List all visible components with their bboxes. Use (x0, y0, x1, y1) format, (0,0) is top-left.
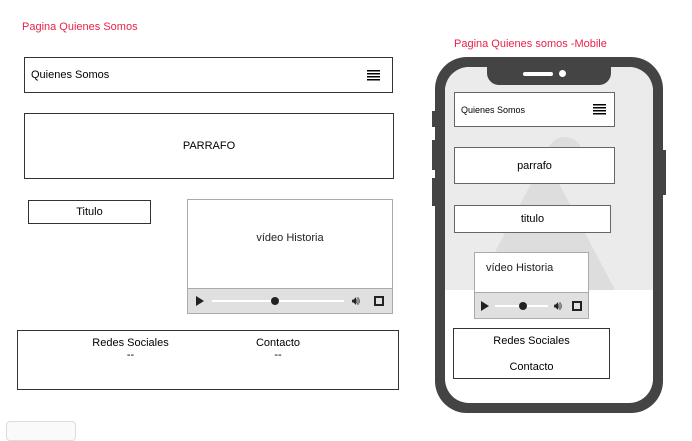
desktop-title: Pagina Quienes Somos (22, 21, 138, 33)
contacto: Contacto (255, 337, 301, 349)
progress-slider[interactable] (212, 297, 344, 305)
mobile-title: Pagina Quienes somos -Mobile (454, 38, 607, 50)
video-title: vídeo Historia (256, 232, 324, 244)
fullscreen-icon[interactable] (572, 300, 582, 311)
play-icon[interactable] (196, 296, 204, 306)
video-player[interactable]: vídeo Historia 🔊︎ (187, 199, 393, 314)
contacto-value: -- (274, 349, 282, 361)
redes-sociales: Redes Sociales (92, 337, 169, 349)
mobile-redes-sociales: Redes Sociales (493, 335, 570, 347)
fullscreen-icon[interactable] (374, 296, 384, 306)
mobile-titulo-box: titulo (454, 205, 611, 233)
mobile-footer: Redes Sociales Contacto (453, 328, 610, 379)
phone-notch (487, 67, 611, 85)
volume-icon[interactable]: 🔊︎ (352, 293, 360, 309)
progress-slider[interactable] (495, 301, 548, 310)
partial-button[interactable] (6, 421, 76, 441)
mobile-video-player[interactable]: vídeo Historia 🔊︎ (474, 252, 589, 319)
hamburger-menu-icon[interactable] (367, 69, 380, 81)
paragraph-box: PARRAFO (24, 113, 394, 179)
header-title: Quienes Somos (31, 69, 110, 81)
play-icon[interactable] (481, 300, 489, 311)
mobile-contacto: Contacto (509, 361, 554, 373)
mobile-paragraph-box: parrafo (454, 147, 615, 184)
mobile-header-title: Quienes Somos (461, 104, 526, 115)
mobile-video-title: vídeo Historia (486, 262, 554, 274)
desktop-header: Quienes Somos (24, 57, 393, 93)
volume-icon[interactable]: 🔊︎ (554, 298, 562, 314)
titulo-box: Titulo (28, 200, 151, 224)
mobile-header: Quienes Somos (454, 92, 615, 127)
hamburger-menu-icon[interactable] (593, 104, 606, 115)
redes-value: -- (126, 349, 135, 361)
desktop-footer: Redes Sociales -- Contacto -- (17, 330, 399, 390)
